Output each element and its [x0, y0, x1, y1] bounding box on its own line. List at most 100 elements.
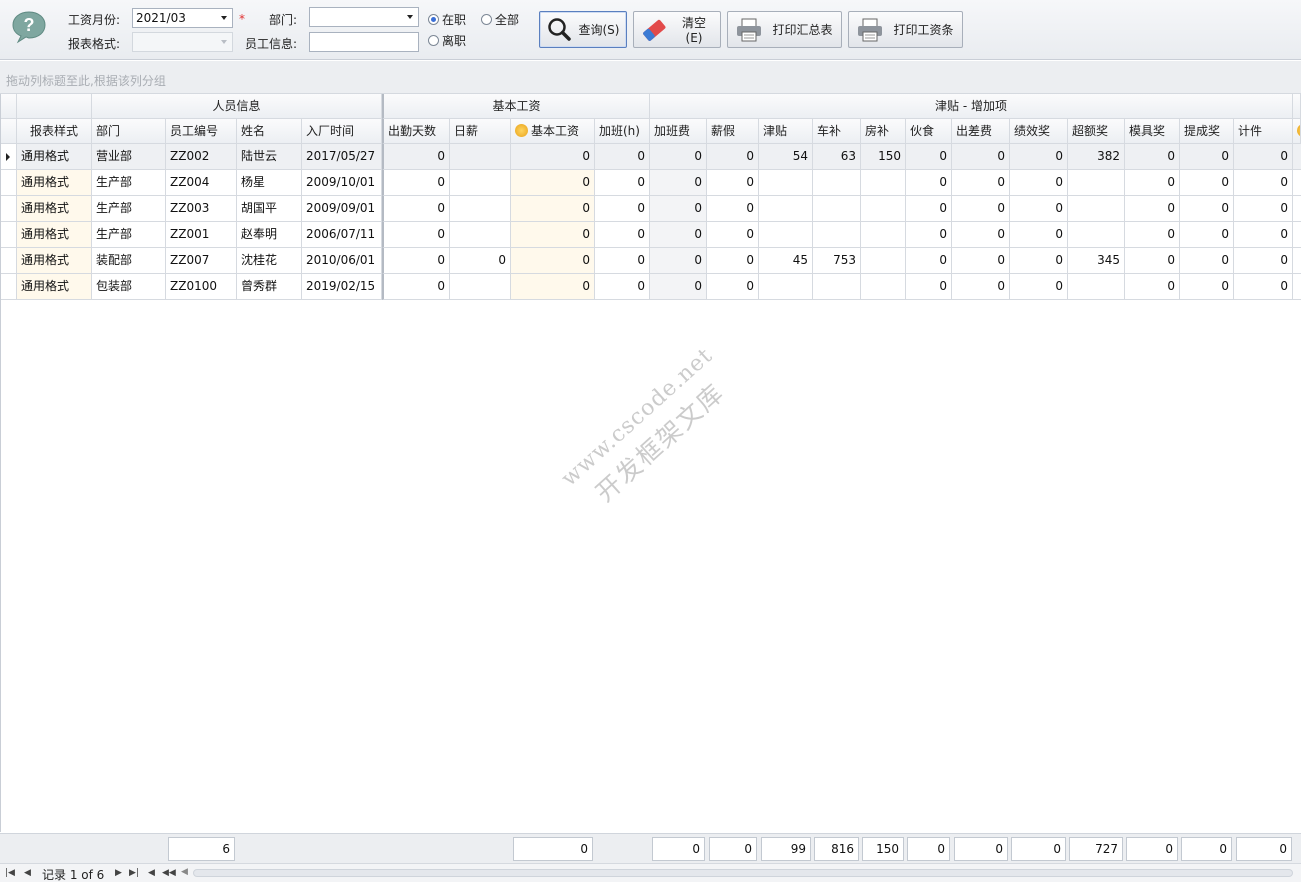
cell-name[interactable]: 赵奉明	[237, 222, 302, 248]
employee-input[interactable]	[309, 32, 419, 52]
cell-base-salary[interactable]: 0	[511, 274, 595, 300]
prev-record-icon[interactable]: ◀	[148, 867, 155, 879]
cell-employee-id[interactable]: ZZ003	[166, 196, 237, 222]
radio-active[interactable]: 在职	[428, 11, 466, 28]
clear-button[interactable]: 清空(E)	[633, 11, 721, 48]
cell-commission-bonus[interactable]: 0	[1180, 144, 1234, 170]
cell-car-subsidy[interactable]	[813, 222, 861, 248]
cell-piece-rate[interactable]: 0	[1234, 222, 1293, 248]
cell-paid-leave[interactable]: 0	[707, 274, 759, 300]
cell-performance-bonus[interactable]: 0	[1010, 222, 1068, 248]
cell-attendance-days[interactable]: 0	[382, 274, 450, 300]
cell-piece-rate[interactable]: 0	[1234, 248, 1293, 274]
cell-daily-wage[interactable]	[450, 196, 511, 222]
cell-hire-date[interactable]: 2019/02/15	[302, 274, 382, 300]
cell-name[interactable]: 沈桂花	[237, 248, 302, 274]
cell-report-style[interactable]: 通用格式	[17, 248, 92, 274]
cell-paid-leave[interactable]: 0	[707, 222, 759, 248]
cell-meal[interactable]: 0	[906, 170, 952, 196]
row-indicator[interactable]	[0, 248, 17, 274]
cell-overtime-pay[interactable]: 0	[650, 222, 707, 248]
cell-travel-fee[interactable]: 0	[952, 274, 1010, 300]
row-indicator[interactable]	[0, 274, 17, 300]
col-header-allowance[interactable]: 津贴	[759, 119, 813, 144]
cell-name[interactable]: 曾秀群	[237, 274, 302, 300]
cell-meal[interactable]: 0	[906, 196, 952, 222]
cell-commission-bonus[interactable]: 0	[1180, 170, 1234, 196]
row-indicator[interactable]	[0, 222, 17, 248]
cell-department[interactable]: 包装部	[92, 274, 166, 300]
cell-meal[interactable]: 0	[906, 222, 952, 248]
cell-performance-bonus[interactable]: 0	[1010, 170, 1068, 196]
cell-overtime-pay[interactable]: 0	[650, 274, 707, 300]
band-allowance[interactable]: 津贴 - 增加项	[650, 94, 1293, 119]
cell-performance-bonus[interactable]: 0	[1010, 144, 1068, 170]
cell-department[interactable]: 生产部	[92, 222, 166, 248]
cell-name[interactable]: 胡国平	[237, 196, 302, 222]
cell-hire-date[interactable]: 2009/10/01	[302, 170, 382, 196]
prev-page-fast-icon[interactable]: ◀◀	[162, 867, 176, 879]
cell-piece-rate[interactable]: 0	[1234, 274, 1293, 300]
cell-daily-wage[interactable]	[450, 274, 511, 300]
col-header-mold-bonus[interactable]: 模具奖	[1125, 119, 1180, 144]
cell-mold-bonus[interactable]: 0	[1125, 274, 1180, 300]
col-header-overtime-hours[interactable]: 加班(h)	[595, 119, 650, 144]
col-header-paid-leave[interactable]: 薪假	[707, 119, 759, 144]
cell-travel-fee[interactable]: 0	[952, 248, 1010, 274]
col-header-report-style[interactable]: 报表样式	[17, 119, 92, 144]
cell-report-style[interactable]: 通用格式	[17, 196, 92, 222]
cell-allowance[interactable]	[759, 170, 813, 196]
cell-excess-bonus[interactable]: 382	[1068, 144, 1125, 170]
cell-report-style[interactable]: 通用格式	[17, 222, 92, 248]
cell-travel-fee[interactable]: 0	[952, 170, 1010, 196]
cell-attendance-days[interactable]: 0	[382, 248, 450, 274]
table-row[interactable]: 通用格式 营业部 ZZ002 陆世云 2017/05/27 0 0 0 0 0 54 63 150 0 0 0…	[0, 144, 1301, 170]
cell-hire-date[interactable]: 2009/09/01	[302, 196, 382, 222]
cell-housing-subsidy[interactable]	[861, 248, 906, 274]
help-bubble-icon[interactable]: ?	[10, 10, 48, 44]
cell-base-salary[interactable]: 0	[511, 222, 595, 248]
horizontal-scrollbar[interactable]	[193, 869, 1293, 877]
cell-hire-date[interactable]: 2006/07/11	[302, 222, 382, 248]
cell-attendance-days[interactable]: 0	[382, 222, 450, 248]
row-indicator[interactable]	[0, 196, 17, 222]
col-header-piece-rate[interactable]: 计件	[1234, 119, 1293, 144]
dept-select[interactable]	[309, 7, 419, 27]
cell-overtime-pay[interactable]: 0	[650, 170, 707, 196]
col-header-employee-id[interactable]: 员工编号	[166, 119, 237, 144]
radio-left[interactable]: 离职	[428, 32, 466, 49]
cell-commission-bonus[interactable]: 0	[1180, 222, 1234, 248]
cell-hire-date[interactable]: 2017/05/27	[302, 144, 382, 170]
cell-paid-leave[interactable]: 0	[707, 170, 759, 196]
cell-allowance[interactable]	[759, 196, 813, 222]
col-header-performance-bonus[interactable]: 绩效奖	[1010, 119, 1068, 144]
cell-housing-subsidy[interactable]	[861, 170, 906, 196]
cell-allowance[interactable]	[759, 222, 813, 248]
cell-employee-id[interactable]: ZZ002	[166, 144, 237, 170]
col-header-travel-fee[interactable]: 出差费	[952, 119, 1010, 144]
col-header-hire-date[interactable]: 入厂时间	[302, 119, 382, 144]
cell-excess-bonus[interactable]	[1068, 222, 1125, 248]
cell-employee-id[interactable]: ZZ004	[166, 170, 237, 196]
query-button[interactable]: 查询(S)	[539, 11, 627, 48]
col-header-excess-bonus[interactable]: 超额奖	[1068, 119, 1125, 144]
col-header-housing-subsidy[interactable]: 房补	[861, 119, 906, 144]
cell-daily-wage[interactable]	[450, 170, 511, 196]
cell-mold-bonus[interactable]: 0	[1125, 196, 1180, 222]
cell-mold-bonus[interactable]: 0	[1125, 144, 1180, 170]
cell-employee-id[interactable]: ZZ001	[166, 222, 237, 248]
cell-meal[interactable]: 0	[906, 144, 952, 170]
cell-overtime-hours[interactable]: 0	[595, 222, 650, 248]
last-record-icon[interactable]: ▶|	[129, 867, 139, 879]
cell-allowance[interactable]: 54	[759, 144, 813, 170]
print-summary-button[interactable]: 打印汇总表	[727, 11, 842, 48]
cell-performance-bonus[interactable]: 0	[1010, 248, 1068, 274]
cell-overtime-hours[interactable]: 0	[595, 274, 650, 300]
cell-report-style[interactable]: 通用格式	[17, 274, 92, 300]
cell-excess-bonus[interactable]	[1068, 170, 1125, 196]
cell-mold-bonus[interactable]: 0	[1125, 248, 1180, 274]
scroll-left-icon[interactable]: ◀	[181, 867, 188, 877]
cell-base-salary[interactable]: 0	[511, 196, 595, 222]
cell-base-salary[interactable]: 0	[511, 248, 595, 274]
cell-mold-bonus[interactable]: 0	[1125, 222, 1180, 248]
